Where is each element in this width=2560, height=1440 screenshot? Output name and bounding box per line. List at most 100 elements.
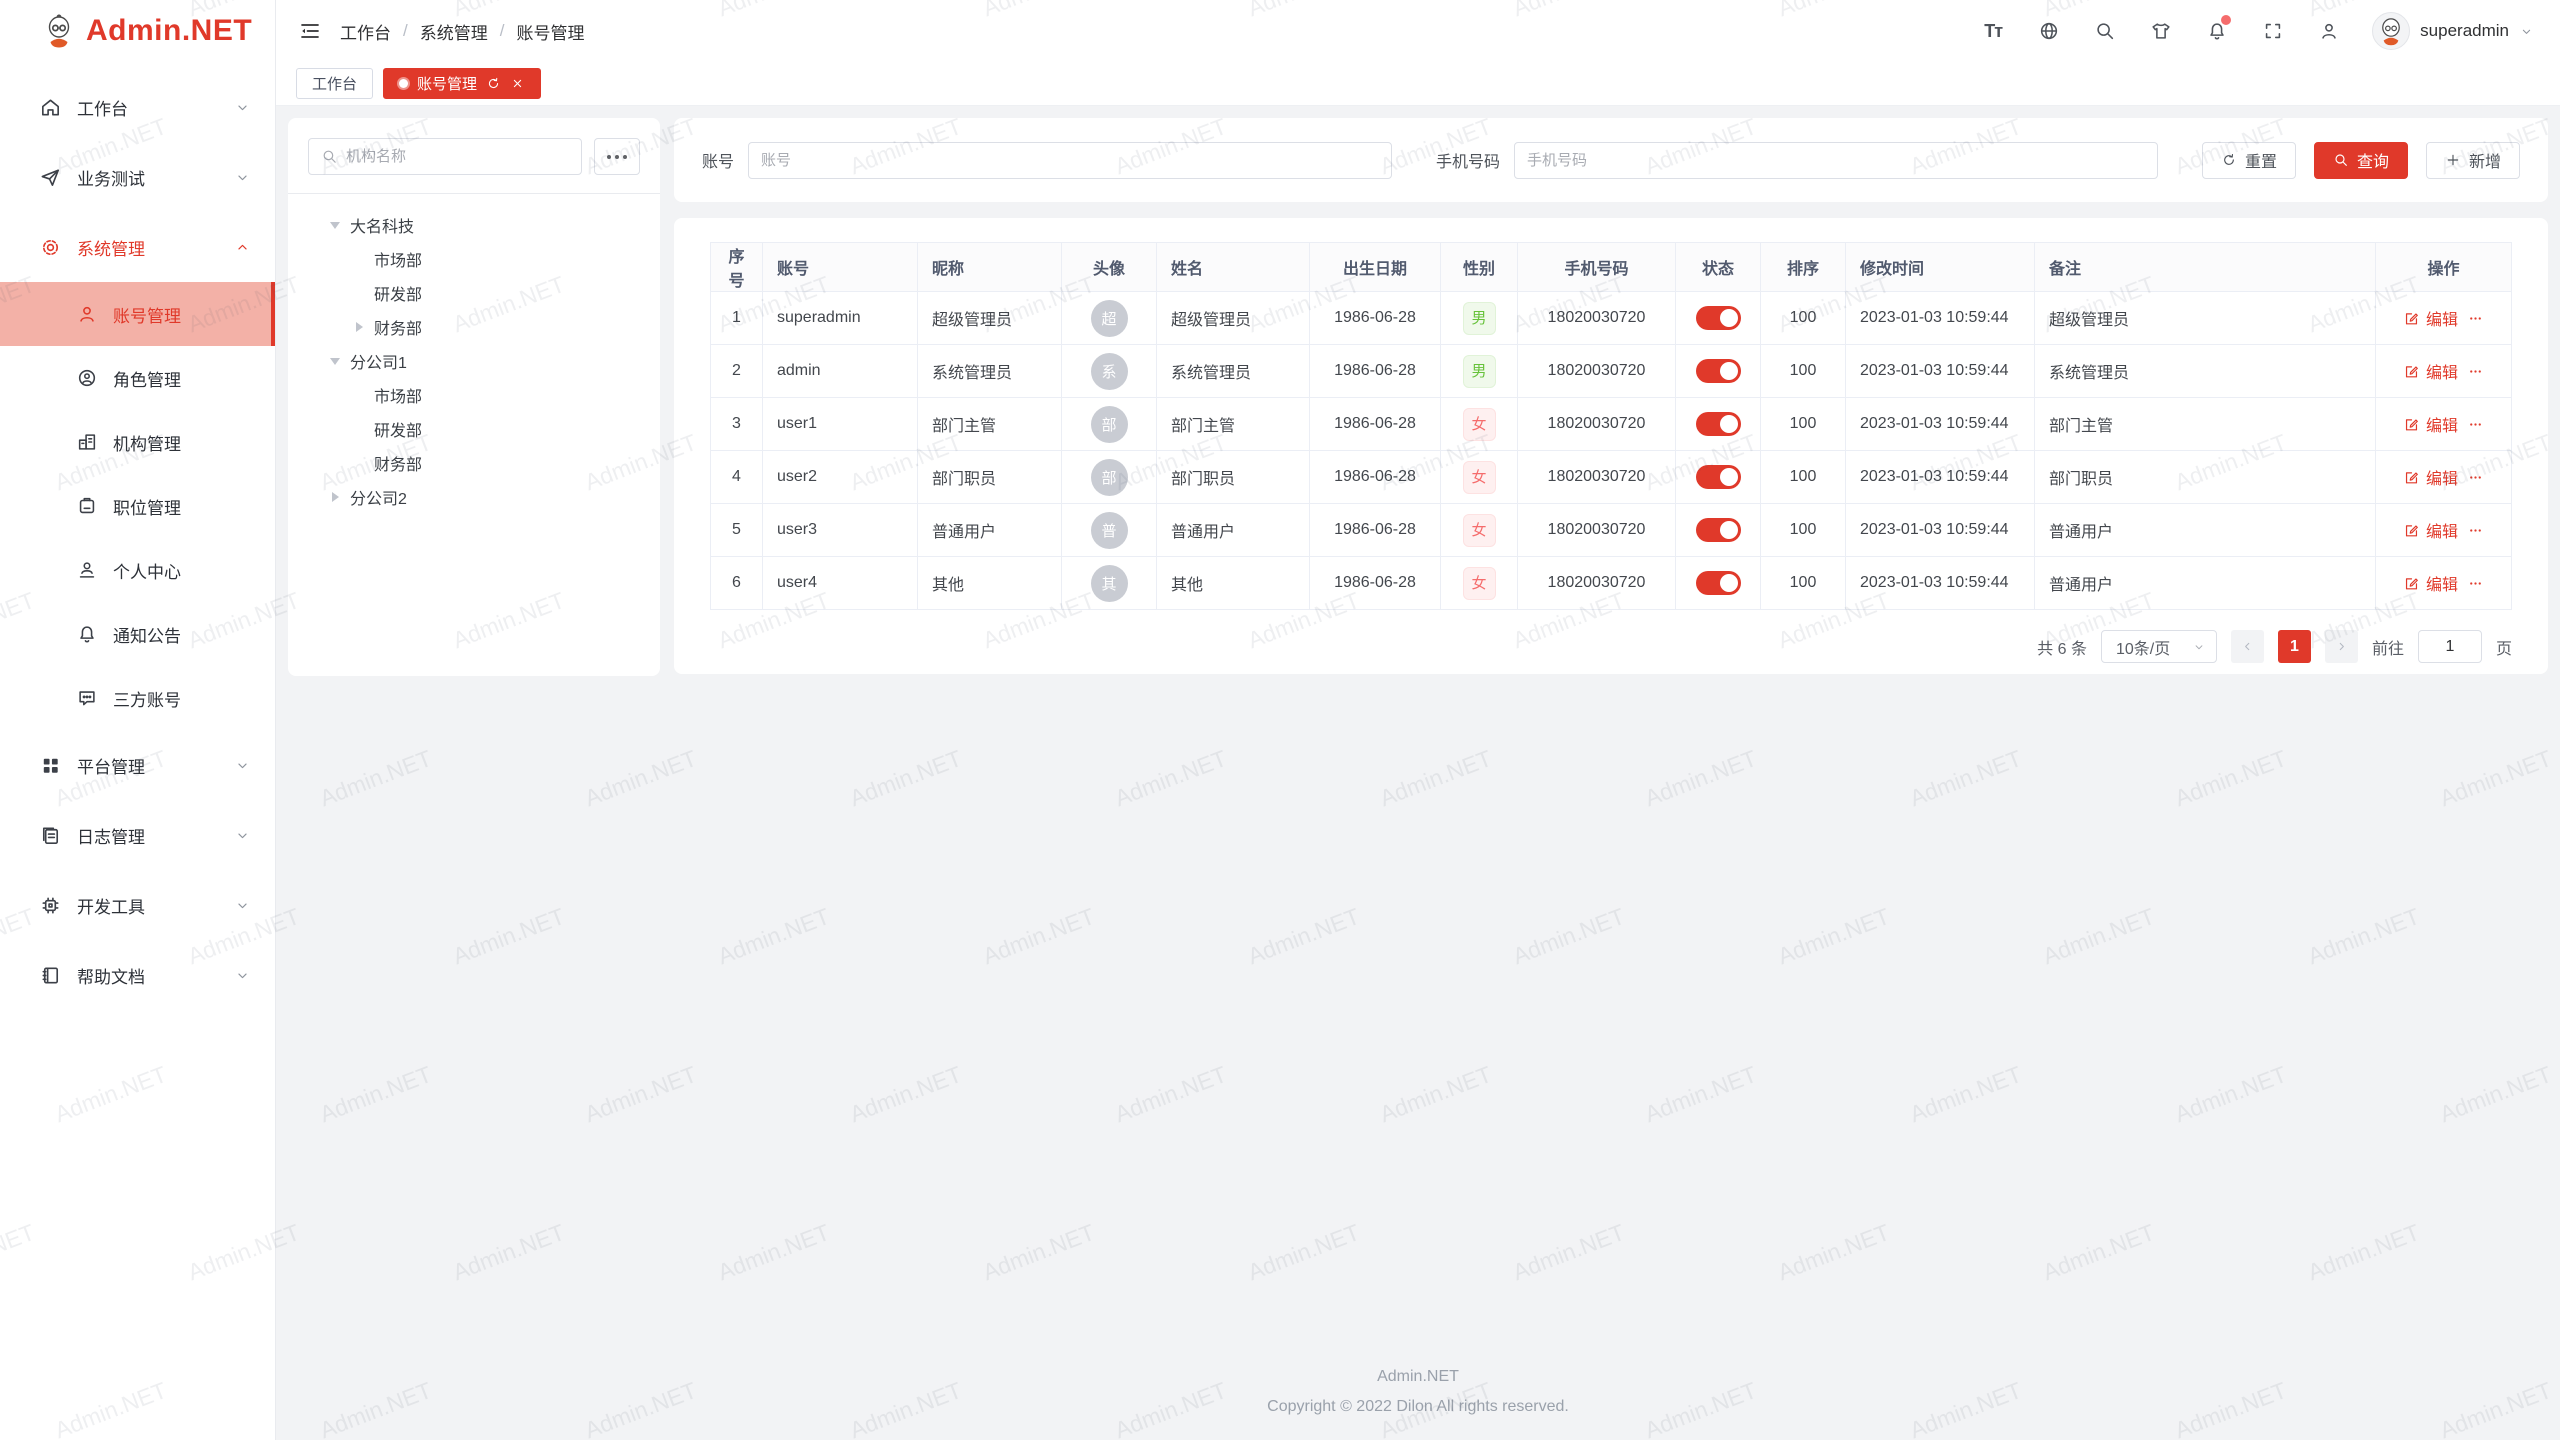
status-toggle[interactable] [1696,571,1741,595]
tab-workbench[interactable]: 工作台 [296,68,373,99]
more-actions-icon[interactable] [2467,416,2484,433]
org-more-button[interactable] [594,138,640,175]
more-actions-icon[interactable] [2467,363,2484,380]
caret-down-icon[interactable] [328,354,342,368]
edit-button[interactable]: 编辑 [2403,571,2458,595]
menu-fold-icon[interactable] [298,19,322,43]
search-button[interactable]: 查询 [2314,142,2408,179]
more-actions-icon[interactable] [2467,310,2484,327]
tree-node-label: 分公司2 [350,485,407,509]
breadcrumb-item[interactable]: 系统管理 [420,19,488,44]
close-icon[interactable] [510,76,525,91]
logo-text: Admin.NET [86,14,252,48]
sidebar-item-position-management[interactable]: 职位管理 [0,474,275,538]
theme-shirt-icon[interactable] [2148,18,2174,44]
fullscreen-icon[interactable] [2260,18,2286,44]
caret-right-icon[interactable] [352,320,366,334]
phone-input[interactable] [1527,152,2145,169]
prev-page-button[interactable] [2231,630,2264,663]
chevron-down-icon [234,897,251,914]
col-status: 状态 [1676,243,1761,292]
page-size-select[interactable]: 10条/页 [2101,630,2217,663]
edit-button[interactable]: 编辑 [2403,306,2458,330]
more-actions-icon[interactable] [2467,522,2484,539]
tree-node[interactable]: 研发部 [308,412,640,446]
more-actions-icon[interactable] [2467,575,2484,592]
tree-node[interactable]: 大名科技 [308,208,640,242]
person-icon[interactable] [2316,18,2342,44]
footer: Admin.NET Copyright © 2022 Dilon All rig… [276,1362,2560,1422]
user-icon [76,303,98,325]
edit-button[interactable]: 编辑 [2403,412,2458,436]
sidebar-item-business-test[interactable]: 业务测试 [0,142,275,212]
avatar: 部 [1091,459,1128,496]
gender-badge: 男 [1463,355,1496,388]
chevron-down-icon [234,169,251,186]
refresh-icon[interactable] [486,76,501,91]
chevron-left-icon [2240,639,2255,654]
tree-node[interactable]: 分公司1 [308,344,640,378]
edit-button[interactable]: 编辑 [2403,518,2458,542]
col-actions: 操作 [2376,243,2512,292]
language-icon[interactable] [2036,18,2062,44]
more-actions-icon[interactable] [2467,469,2484,486]
status-toggle[interactable] [1696,359,1741,383]
font-size-icon[interactable]: Tт [1980,18,2006,44]
table-row: 1 superadmin 超级管理员 超 超级管理员 1986-06-28 男 … [711,292,2512,345]
status-toggle[interactable] [1696,306,1741,330]
edit-icon [2403,310,2420,327]
edit-button[interactable]: 编辑 [2403,359,2458,383]
org-search-input[interactable] [346,148,569,165]
refresh-icon [2221,152,2237,168]
notification-bell-icon[interactable] [2204,18,2230,44]
user-menu[interactable]: superadmin [2372,12,2534,50]
bell-icon [76,623,98,645]
phone-field [1514,142,2158,179]
search-icon [2333,152,2349,168]
org-search-row [308,138,640,175]
tree-node[interactable]: 财务部 [308,446,640,480]
sidebar-item-personal-center[interactable]: 个人中心 [0,538,275,602]
sidebar-item-account-management[interactable]: 账号管理 [0,282,275,346]
sidebar-item-workbench[interactable]: 工作台 [0,72,275,142]
goto-page-input[interactable] [2418,630,2482,663]
status-toggle[interactable] [1696,518,1741,542]
status-toggle[interactable] [1696,412,1741,436]
tree-node[interactable]: 财务部 [308,310,640,344]
chat-bubble-icon [76,687,98,709]
next-page-button[interactable] [2325,630,2358,663]
sidebar-item-role-management[interactable]: 角色管理 [0,346,275,410]
tree-node-label: 财务部 [374,451,422,475]
sidebar-item-help-docs[interactable]: 帮助文档 [0,940,275,1010]
sidebar-item-platform-management[interactable]: 平台管理 [0,730,275,800]
breadcrumb-item[interactable]: 工作台 [340,19,391,44]
chevron-down-icon [234,827,251,844]
tree-node[interactable]: 市场部 [308,378,640,412]
sidebar-item-thirdparty-account[interactable]: 三方账号 [0,666,275,730]
status-toggle[interactable] [1696,465,1741,489]
edit-button[interactable]: 编辑 [2403,465,2458,489]
tree-node-label: 研发部 [374,281,422,305]
tree-node[interactable]: 分公司2 [308,480,640,514]
account-field [748,142,1392,179]
account-input[interactable] [761,152,1379,169]
sidebar-item-label: 角色管理 [113,366,181,391]
accounts-table: 序号 账号 昵称 头像 姓名 出生日期 性别 手机号码 状态 排序 修改时间 [710,242,2512,610]
sidebar-item-notice[interactable]: 通知公告 [0,602,275,666]
col-sort: 排序 [1761,243,1846,292]
caret-right-icon[interactable] [328,490,342,504]
sidebar-item-log-management[interactable]: 日志管理 [0,800,275,870]
chevron-down-icon [2192,640,2206,654]
reset-button[interactable]: 重置 [2202,142,2296,179]
caret-down-icon[interactable] [328,218,342,232]
search-icon[interactable] [2092,18,2118,44]
add-button[interactable]: 新增 [2426,142,2520,179]
sidebar-item-dev-tools[interactable]: 开发工具 [0,870,275,940]
tree-node[interactable]: 研发部 [308,276,640,310]
footer-copyright: Copyright © 2022 Dilon All rights reserv… [276,1392,2560,1422]
tree-node[interactable]: 市场部 [308,242,640,276]
page-number-1[interactable]: 1 [2278,630,2311,663]
sidebar-item-system-management[interactable]: 系统管理 [0,212,275,282]
tab-account-management[interactable]: 账号管理 [383,68,541,99]
sidebar-item-org-management[interactable]: 机构管理 [0,410,275,474]
